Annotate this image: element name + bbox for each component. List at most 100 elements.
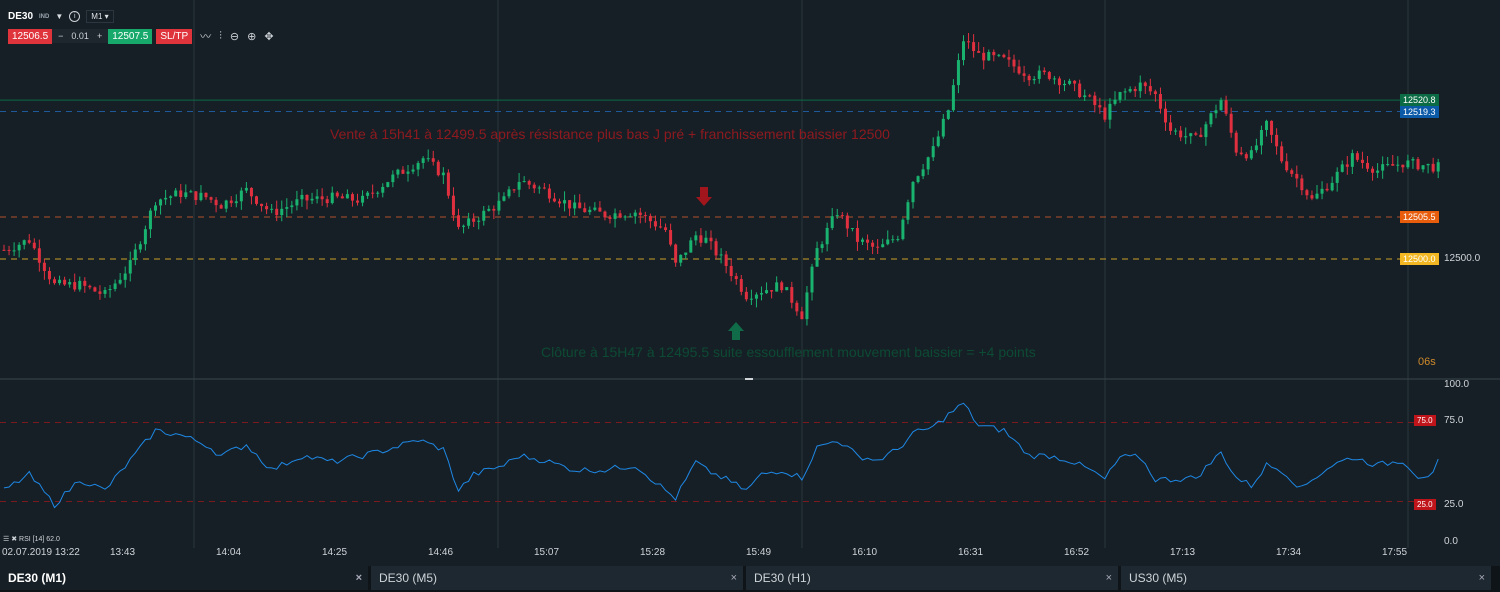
symbol-dropdown-icon[interactable]: ▼ — [55, 12, 63, 21]
tab-de30-h1[interactable]: DE30 (H1) × — [746, 566, 1118, 590]
candle-body — [790, 287, 794, 303]
candle-body — [719, 254, 723, 256]
candle-body — [552, 198, 556, 202]
candle-body — [618, 213, 622, 218]
candle-body — [1366, 162, 1369, 169]
close-icon[interactable]: × — [1479, 572, 1485, 584]
tab-label: US30 (M5) — [1129, 571, 1188, 585]
zoom-in-icon[interactable]: ⊕ — [247, 30, 256, 43]
candle-body — [598, 207, 602, 212]
candle-body — [1355, 153, 1359, 160]
candle-body — [987, 51, 991, 61]
indicators-icon[interactable]: ⫶ — [219, 30, 222, 43]
crosshair-icon[interactable]: ✥ — [264, 30, 273, 43]
info-icon[interactable]: i — [69, 11, 81, 22]
candle-body — [138, 244, 142, 250]
candle-body — [184, 192, 188, 197]
rsi-legend[interactable]: ☰ ✖ RSI [14] 62.0 — [3, 535, 60, 543]
candle-body — [739, 279, 743, 292]
candle-body — [749, 298, 753, 300]
candle-body — [285, 207, 289, 209]
lot-input[interactable]: 0.01 — [69, 29, 91, 43]
candle-body — [891, 239, 895, 241]
candle-body — [113, 283, 117, 289]
lot-decrease[interactable]: − — [52, 29, 70, 43]
candle-body — [896, 239, 900, 241]
candle-body — [7, 249, 11, 251]
close-icon[interactable]: × — [731, 572, 737, 584]
candle-body — [462, 225, 466, 227]
candle-body — [603, 211, 607, 218]
candle-body — [588, 209, 592, 213]
candle-body — [754, 294, 758, 299]
zoom-out-icon[interactable]: ⊖ — [230, 30, 239, 43]
candle-body — [537, 187, 541, 189]
candle-body — [780, 282, 784, 291]
lot-increase[interactable]: + — [90, 29, 109, 43]
candle-body — [376, 192, 380, 194]
candle-body — [1209, 113, 1213, 125]
candle-body — [47, 271, 51, 280]
rsi-label: RSI [14] 62.0 — [19, 536, 60, 543]
tab-de30-m5[interactable]: DE30 (M5) × — [371, 566, 743, 590]
candle-body — [300, 194, 304, 200]
candle-body — [881, 244, 885, 248]
candle-body — [118, 279, 122, 284]
candle-body — [73, 282, 77, 290]
candle-body — [972, 42, 976, 52]
candle-body — [1259, 130, 1263, 146]
candle-body — [1052, 78, 1056, 80]
candle-body — [643, 215, 647, 217]
candle-body — [921, 169, 925, 177]
candle-body — [926, 157, 930, 170]
candle-body — [1164, 108, 1167, 123]
sltp-button[interactable]: SL/TP — [156, 28, 193, 44]
candle-body — [1224, 100, 1228, 114]
tab-de30-m1[interactable]: DE30 (M1) × — [0, 566, 368, 590]
candle-body — [1371, 168, 1375, 173]
sell-button[interactable]: 12506.5 — [8, 28, 53, 44]
candle-body — [1265, 120, 1268, 131]
buy-button[interactable]: 12507.5 — [108, 28, 153, 44]
candle-body — [224, 200, 228, 209]
candle-body — [133, 249, 137, 261]
candle-body — [1068, 80, 1072, 84]
chart-tabs: DE30 (M1) × DE30 (M5) × DE30 (H1) × US30 (M… — [0, 566, 1500, 592]
candle-body — [451, 195, 455, 216]
candle-body — [386, 182, 390, 187]
candle-body — [310, 198, 314, 201]
candle-body — [108, 288, 112, 291]
candle-body — [901, 219, 905, 240]
close-icon[interactable]: × — [356, 572, 362, 584]
pane-resize-handle[interactable] — [745, 378, 753, 380]
candle-body — [330, 192, 334, 204]
candle-body — [704, 237, 708, 243]
candle-body — [1335, 171, 1339, 183]
candle-body — [1022, 73, 1026, 76]
candle-body — [941, 118, 945, 137]
candle-body — [815, 248, 819, 267]
candle-body — [174, 190, 178, 197]
candle-body — [1310, 195, 1314, 199]
candle-body — [265, 206, 269, 210]
candle-body — [1078, 83, 1082, 98]
line-chart-icon[interactable]: 〰 — [200, 28, 211, 44]
tab-label: DE30 (M1) — [8, 571, 67, 585]
candle-body — [512, 189, 516, 191]
close-icon[interactable]: × — [1106, 572, 1112, 584]
rsi-line — [3, 402, 1439, 509]
rsi-menu-icon[interactable]: ☰ ✖ — [3, 536, 17, 543]
candle-body — [1345, 164, 1349, 167]
price-chart[interactable] — [0, 0, 1500, 566]
candle-body — [689, 240, 693, 253]
candle-body — [1426, 163, 1430, 166]
tab-label: DE30 (H1) — [754, 571, 811, 585]
candle-body — [204, 192, 208, 198]
candle-body — [1249, 150, 1253, 159]
tab-us30-m5[interactable]: US30 (M5) × — [1121, 566, 1491, 590]
timeframe-select[interactable]: M1 ▾ — [86, 10, 114, 23]
candle-body — [2, 249, 6, 251]
candle-body — [1340, 164, 1344, 172]
candle-body — [800, 311, 804, 320]
candle-body — [32, 242, 36, 249]
